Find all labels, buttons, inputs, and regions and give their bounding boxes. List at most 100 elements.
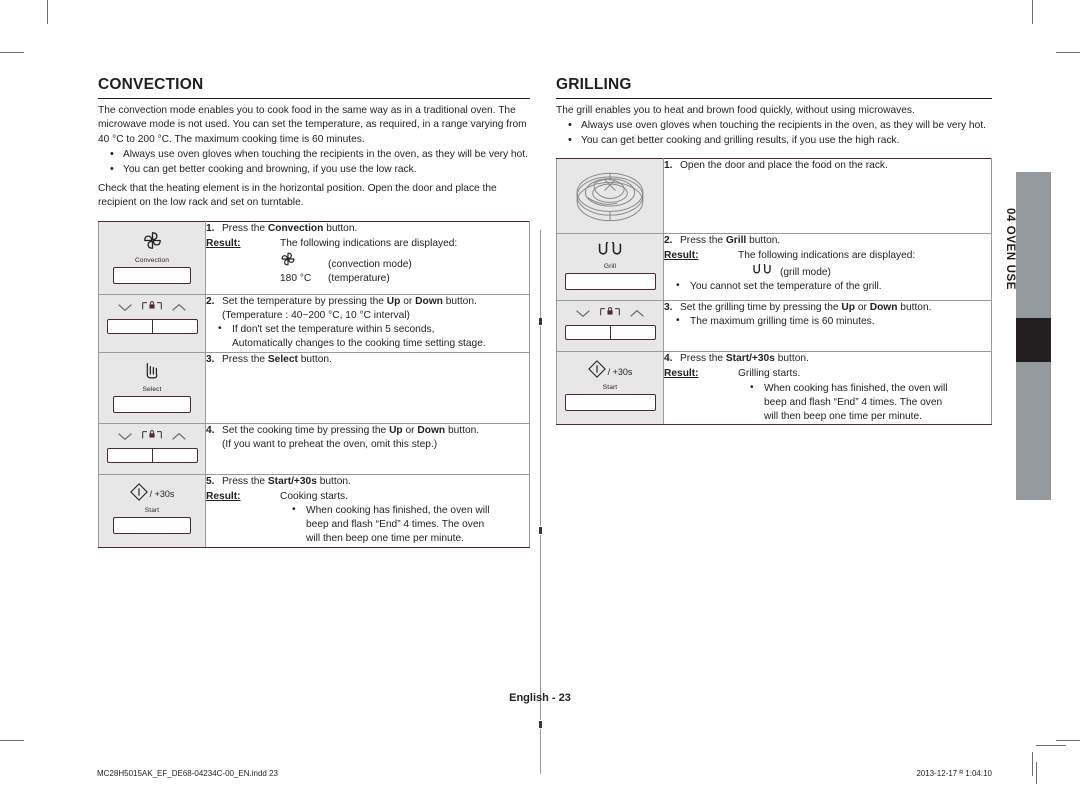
step-text-cell: 4. Set the cooking time by pressing the … xyxy=(205,422,530,475)
table-row: 1. Open the door and place the food on t… xyxy=(556,158,992,235)
print-file-name: MC28H5015AK_EF_DE68-04234C-00_EN.indd 23 xyxy=(97,769,278,778)
step-text: Press the Grill button. xyxy=(680,234,991,248)
sub-bullet-continuation: will then beep one time per minute. xyxy=(764,411,922,423)
result-line: Result: Grilling starts. xyxy=(664,367,991,381)
updown-icon-row xyxy=(108,429,197,446)
step-lead-bold: Up xyxy=(841,302,855,314)
step-text-cell: 1. Press the Convection button. Result: … xyxy=(205,220,530,295)
grill-element-icon xyxy=(597,240,623,262)
print-registration-tick xyxy=(1036,762,1037,784)
step-line: 1. Press the Convection button. xyxy=(206,222,529,236)
step-lead-mid: or xyxy=(400,295,416,307)
step-line: 2. Set the temperature by pressing the U… xyxy=(206,295,529,309)
sub-bullet: If don't set the temperature within 5 se… xyxy=(206,322,529,337)
step-lead-pre: Set the cooking time by pressing the xyxy=(222,424,390,436)
sub-bullet: When cooking has finished, the oven will xyxy=(206,503,529,518)
display-indication-line: (grill mode) xyxy=(664,261,991,280)
key-art-cell-updown xyxy=(98,293,206,353)
step-number: 2. xyxy=(664,235,673,247)
step-lead-bold: Up xyxy=(389,424,403,436)
select-button[interactable] xyxy=(113,395,191,413)
print-timestamp: 2013-12-17 ᴿ 1:04:10 xyxy=(916,769,992,778)
chevron-down-icon xyxy=(117,299,133,317)
step-lead-bold2: Down xyxy=(415,295,443,307)
start-suffix-label: / +30s xyxy=(149,489,175,500)
step-lead-pre: Press the xyxy=(222,475,268,487)
key-art-cell-convection: Convection xyxy=(98,220,206,295)
step-text: Press the Start/+30s button. xyxy=(680,352,991,366)
step-line: 2. Press the Grill button. xyxy=(664,234,991,248)
step-lead-mid: or xyxy=(854,302,870,314)
convection-button[interactable] xyxy=(113,266,191,284)
key-art-cell-updown xyxy=(98,422,206,475)
step-lead-post: button. xyxy=(774,353,809,365)
table-row: Select 3. Press the Select button. xyxy=(98,351,530,424)
step-text-cell: 3. Press the Select button. xyxy=(205,351,530,424)
step-number: 3. xyxy=(206,353,215,365)
step-text-cell: 1. Open the door and place the food on t… xyxy=(663,158,992,235)
convection-procedure-table: Convection 1. Press the Convection butto… xyxy=(98,220,530,548)
step-note: (If you want to preheat the oven, omit t… xyxy=(222,438,438,450)
step-text: Set the cooking time by pressing the Up … xyxy=(222,424,529,438)
key-art-cell-start: / +30s Start xyxy=(98,473,206,548)
start-key-art: / +30s Start xyxy=(99,475,205,544)
display-indication-text: (grill mode) xyxy=(780,266,831,278)
display-indication-line: (convection mode) xyxy=(206,251,529,272)
grill-key-art: Grill xyxy=(557,234,663,300)
result-label: Result: xyxy=(664,250,699,262)
start-power-icon xyxy=(587,360,606,383)
convection-outro: Check that the heating element is in the… xyxy=(98,183,497,209)
up-down-button-bar[interactable] xyxy=(106,318,198,334)
step-lead-bold: Up xyxy=(386,295,401,307)
step-line: 4. Set the cooking time by pressing the … xyxy=(206,424,529,438)
start-button[interactable] xyxy=(564,394,656,412)
step-text-cell: 5. Press the Start/+30s button. Result: … xyxy=(205,473,530,548)
step-lead-pre: Press the xyxy=(680,235,726,247)
list-item: You can get better cooking and browning,… xyxy=(98,162,530,177)
step-line: 3. Press the Select button. xyxy=(206,353,529,367)
step-lead-post: button. xyxy=(316,475,351,487)
step-text: Set the grilling time by pressing the Up… xyxy=(680,301,991,315)
convection-key-art: Convection xyxy=(99,222,205,294)
step-lead-bold: Start/+30s xyxy=(725,353,775,365)
up-down-button-bar[interactable] xyxy=(106,447,198,463)
convection-key-label: Convection xyxy=(135,256,169,264)
chevron-up-icon xyxy=(171,299,187,317)
select-hand-icon xyxy=(143,361,162,385)
key-art-cell-select: Select xyxy=(98,351,206,424)
grilling-bullet-list: Always use oven gloves when touching the… xyxy=(556,118,992,148)
list-item: Always use oven gloves when touching the… xyxy=(98,147,530,162)
step-text-cell: 4. Press the Start/+30s button. Result: … xyxy=(663,351,992,426)
sub-bullet-continuation: will then beep one time per minute. xyxy=(306,533,464,545)
start-button[interactable] xyxy=(113,516,191,534)
up-down-button-bar[interactable] xyxy=(564,325,656,341)
step-lead-post: button. xyxy=(442,295,477,307)
key-art-cell-start: / +30s Start xyxy=(556,351,664,426)
manual-page: CONVECTION The convection mode enables y… xyxy=(0,0,1080,792)
step-number: 4. xyxy=(664,353,673,365)
chapter-thumb-tab-marker xyxy=(1016,318,1051,362)
display-temperature-line: 180 °C (temperature) xyxy=(206,272,529,286)
step-line: 3. Set the grilling time by pressing the… xyxy=(664,301,991,315)
key-art-cell-illustration xyxy=(556,158,664,235)
step-text-cell: 2. Press the Grill button. Result: The f… xyxy=(663,233,992,302)
result-line: Result: The following indications are di… xyxy=(664,249,991,263)
step-lead-post: button. xyxy=(445,424,480,436)
lock-icon xyxy=(141,428,163,446)
result-value: Cooking starts. xyxy=(280,490,348,502)
grill-button[interactable] xyxy=(564,273,656,291)
step-lead-bold2: Down xyxy=(869,302,898,314)
step-lead-pre: Press the xyxy=(222,353,268,365)
step-lead-bold: Grill xyxy=(725,235,747,247)
step-lead-bold2: Down xyxy=(417,424,446,436)
result-label: Result: xyxy=(664,368,699,380)
lock-icon xyxy=(599,305,621,323)
step-text: Open the door and place the food on the … xyxy=(680,160,888,172)
select-key-art: Select xyxy=(99,353,205,423)
display-temperature-text: (temperature) xyxy=(328,273,390,285)
updown-icon-row xyxy=(108,301,197,317)
convection-fan-icon xyxy=(142,230,163,256)
key-art-cell-grill: Grill xyxy=(556,233,664,302)
lock-icon xyxy=(141,299,163,317)
step-lead-pre: Press the xyxy=(222,222,268,234)
